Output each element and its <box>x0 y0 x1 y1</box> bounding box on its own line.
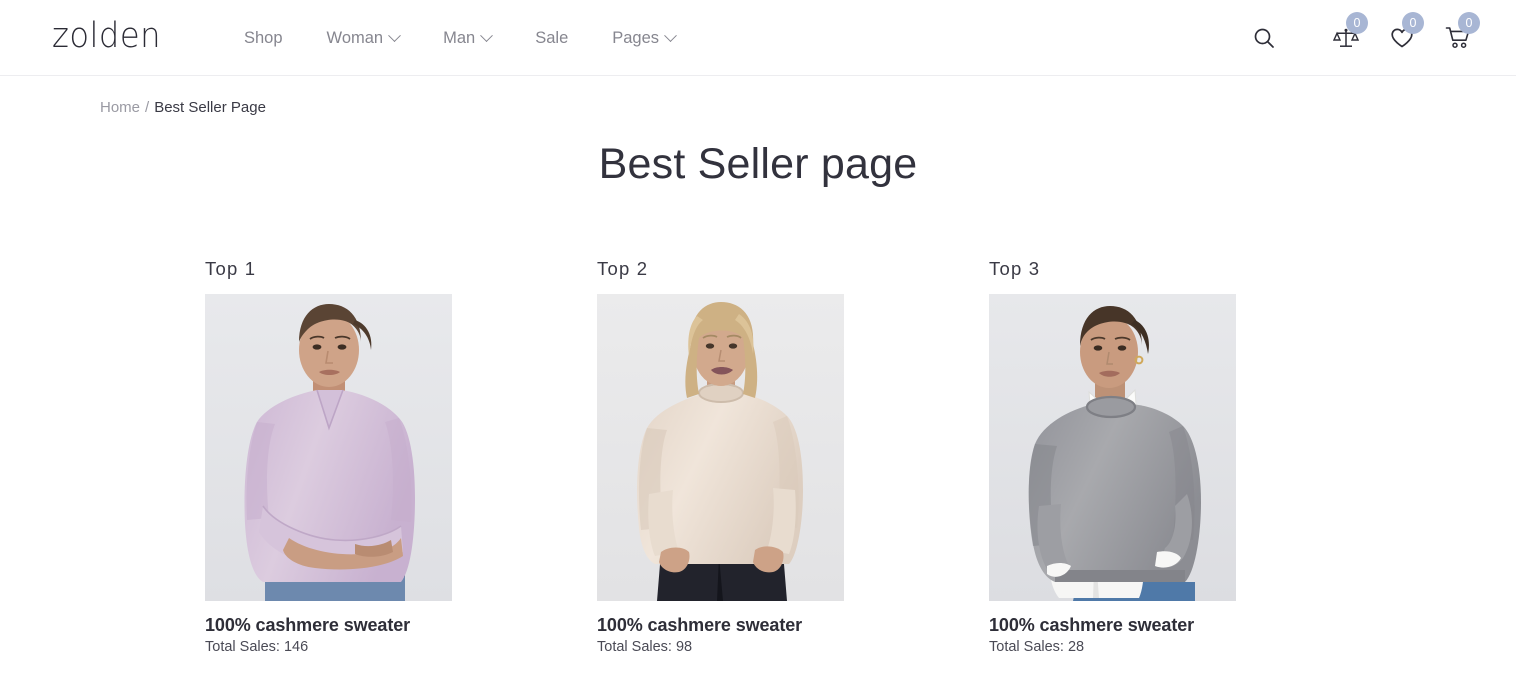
product-card[interactable]: Top 3 100% cashmere sweater Total Sales:… <box>989 258 1236 655</box>
product-rank-label: Top 3 <box>989 258 1041 279</box>
nav-label: Sale <box>535 28 569 47</box>
nav-label: Man <box>443 28 476 47</box>
chevron-down-icon <box>664 28 677 42</box>
nav-item-woman[interactable]: Woman <box>305 0 422 76</box>
product-total-sales: Total Sales: 28 <box>989 639 1085 655</box>
search-icon <box>1254 28 1274 48</box>
product-thumbnail[interactable] <box>205 294 452 601</box>
product-thumbnail[interactable] <box>597 294 844 601</box>
nav-label: Shop <box>244 28 283 47</box>
compare-button[interactable]: 0 <box>1318 0 1374 76</box>
actions-spacer <box>1292 38 1318 39</box>
site-header: zolden Shop Woman Man Sale Pages 0 0 0 <box>0 0 1516 76</box>
woman-in-lilac-cashmere-sweater-image <box>205 294 452 601</box>
product-total-sales: Total Sales: 98 <box>597 639 693 655</box>
chevron-down-icon <box>388 28 401 42</box>
site-logo[interactable]: zolden <box>52 14 161 58</box>
product-name: 100% cashmere sweater <box>597 615 803 635</box>
nav-item-man[interactable]: Man <box>421 0 513 76</box>
nav-label: Pages <box>612 28 660 47</box>
nav-item-shop[interactable]: Shop <box>222 0 305 76</box>
product-card[interactable]: Top 1 100% cashmere sweater Total Sales:… <box>205 258 452 655</box>
nav-item-sale[interactable]: Sale <box>513 0 590 76</box>
nav-label: Woman <box>326 28 384 47</box>
chevron-down-icon <box>480 28 494 42</box>
product-name: 100% cashmere sweater <box>989 615 1195 635</box>
product-name: 100% cashmere sweater <box>205 615 411 635</box>
search-button[interactable] <box>1236 0 1292 76</box>
cart-count-badge: 0 <box>1458 12 1480 34</box>
breadcrumb: Home / Best Seller Page <box>100 99 266 116</box>
woman-in-cream-cashmere-sweater-image <box>597 294 844 601</box>
wishlist-count-badge: 0 <box>1402 12 1424 34</box>
page-title: Best Seller page <box>598 140 918 188</box>
header-actions: 0 0 0 <box>1236 0 1486 76</box>
main-navigation: Shop Woman Man Sale Pages <box>222 0 697 76</box>
product-rank-label: Top 2 <box>597 258 649 279</box>
best-seller-product-grid: Top 1 100% cashmere sweater Total Sales:… <box>205 258 1236 655</box>
woman-in-grey-cashmere-sweater-image <box>989 294 1236 601</box>
breadcrumb-home-link[interactable]: Home <box>100 99 140 116</box>
compare-count-badge: 0 <box>1346 12 1368 34</box>
cart-button[interactable]: 0 <box>1430 0 1486 76</box>
product-thumbnail[interactable] <box>989 294 1236 601</box>
product-card[interactable]: Top 2 100% cashmere sweater Total Sales:… <box>597 258 844 655</box>
product-total-sales: Total Sales: 146 <box>205 639 309 655</box>
breadcrumb-current-page: Best Seller Page <box>154 99 266 116</box>
breadcrumb-separator: / <box>145 99 150 116</box>
wishlist-button[interactable]: 0 <box>1374 0 1430 76</box>
product-rank-label: Top 1 <box>205 258 257 279</box>
nav-item-pages[interactable]: Pages <box>590 0 697 76</box>
